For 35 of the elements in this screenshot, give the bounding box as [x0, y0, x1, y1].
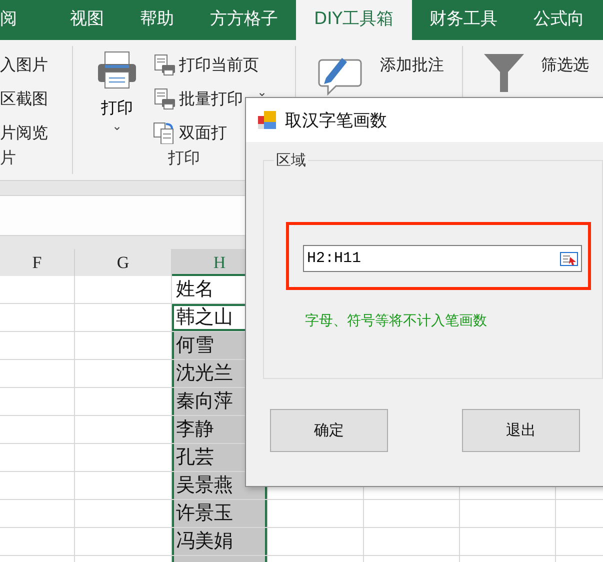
ribbon-tab[interactable]: DIY工具箱 [296, 0, 412, 40]
ribbon-tab[interactable]: 阅 [0, 0, 52, 40]
ribbon-tab[interactable]: 公式向 [516, 0, 602, 40]
ribbon-tab[interactable]: 方方格子 [192, 0, 296, 40]
ribbon-button[interactable]: 双面打 [179, 120, 227, 146]
group-box-label: 区域 [274, 151, 308, 170]
group-label: 打印 [168, 148, 200, 167]
dialog-title: 取汉字笔画数 [285, 110, 387, 132]
ribbon-button[interactable]: 批量打印 [179, 86, 243, 112]
column-header[interactable]: G [75, 249, 172, 276]
ribbon-button[interactable]: 筛选选 [541, 52, 589, 78]
caret-icon[interactable]: ⌄ [257, 86, 268, 98]
dialog-button[interactable]: 退出 [462, 409, 580, 452]
print-button[interactable]: 打印 ⌄ [87, 50, 147, 133]
ribbon-button[interactable]: 添加批注 [380, 52, 444, 78]
hint-text: 字母、符号等将不计入笔画数 [305, 312, 488, 330]
printer-icon [96, 50, 138, 90]
column-header[interactable]: F [0, 249, 75, 276]
table-cell: 许景玉 [172, 500, 268, 528]
app-icon [258, 111, 276, 129]
ribbon-button[interactable]: 区截图 [0, 86, 48, 112]
ribbon-tab[interactable]: 视图 [52, 0, 122, 40]
ribbon-button[interactable]: 入图片 [0, 52, 48, 78]
print-page-icon [153, 88, 175, 110]
group-label: 片 [0, 148, 16, 167]
table-cell: 冯美娟 [172, 528, 268, 556]
duplex-print-icon [153, 122, 175, 144]
ribbon-button[interactable]: 片阅览 [0, 120, 48, 146]
ribbon-button[interactable]: 打印当前页 [179, 52, 259, 78]
range-field[interactable]: H2:H11 [303, 245, 582, 272]
ribbon-tab[interactable]: 帮助 [122, 0, 192, 40]
dialog-button[interactable]: 确定 [270, 409, 388, 452]
print-page-icon [153, 54, 175, 76]
range-select-button[interactable] [560, 252, 578, 266]
ribbon-tab[interactable]: 财务工具 [412, 0, 516, 40]
